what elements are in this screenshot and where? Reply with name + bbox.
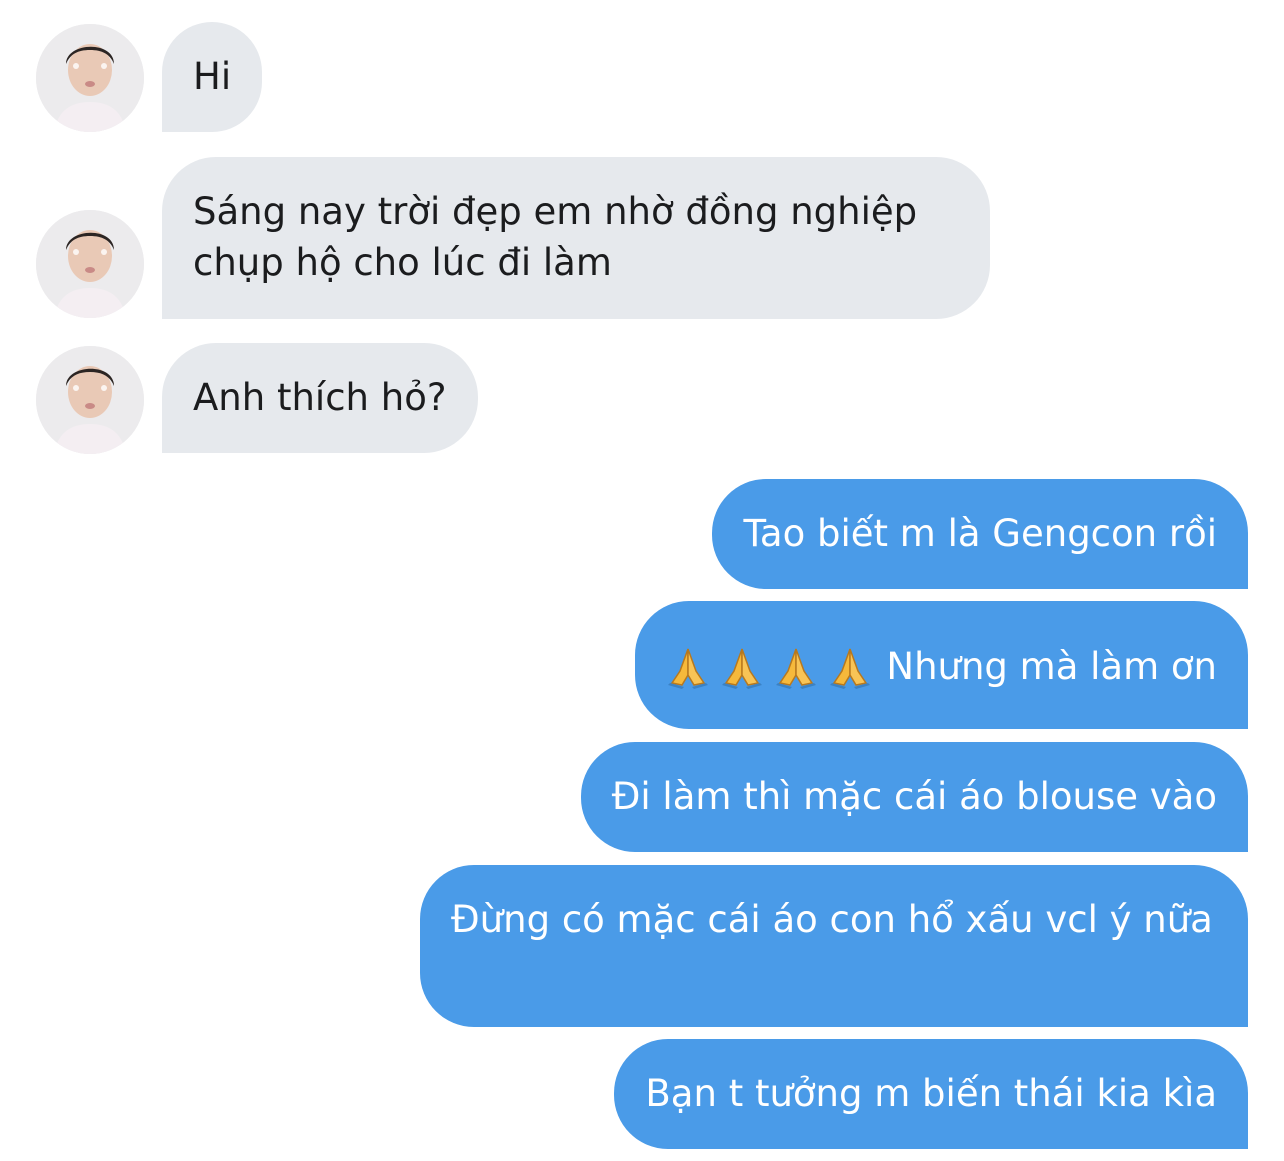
emoji-group	[666, 645, 872, 689]
message-text: Đi làm thì mặc cái áo blouse vào	[611, 775, 1217, 818]
folded-hands-emoji	[722, 648, 763, 689]
received-message-bubble[interactable]: Anh thích hỏ?	[162, 343, 478, 453]
message-text: Bạn t tưởng m biến thái kia kìa	[645, 1072, 1217, 1115]
message-text: Hi	[193, 55, 232, 98]
message-text: Nhưng mà làm ơn	[886, 645, 1217, 688]
contact-avatar[interactable]	[36, 24, 144, 132]
sent-message-bubble[interactable]: Nhưng mà làm ơn	[635, 601, 1248, 729]
contact-avatar[interactable]	[36, 210, 144, 318]
message-text: Anh thích hỏ?	[193, 376, 447, 419]
received-message-bubble[interactable]: Hi	[162, 22, 263, 132]
profile-photo-icon	[36, 346, 144, 454]
folded-hands-emoji	[830, 648, 871, 689]
folded-hands-emoji	[776, 648, 817, 689]
sent-message-bubble[interactable]: Đừng có mặc cái áo con hổ xấu vcl ý nữa	[420, 865, 1248, 1027]
sent-message-bubble[interactable]: Bạn t tưởng m biến thái kia kìa	[614, 1039, 1248, 1149]
received-message-bubble[interactable]: Sáng nay trời đẹp em nhờ đồng nghiệp chụ…	[162, 157, 990, 319]
profile-photo-icon	[36, 210, 144, 318]
sent-message-bubble[interactable]: Đi làm thì mặc cái áo blouse vào	[580, 742, 1248, 852]
sent-message-bubble[interactable]: Tao biết m là Gengcon rồi	[712, 479, 1248, 589]
profile-photo-icon	[36, 24, 144, 132]
message-text: Đừng có mặc cái áo con hổ xấu vcl ý nữa	[451, 898, 1213, 941]
message-text: Sáng nay trời đẹp em nhờ đồng nghiệp chụ…	[193, 190, 918, 284]
message-text: Tao biết m là Gengcon rồi	[743, 512, 1217, 555]
contact-avatar[interactable]	[36, 346, 144, 454]
folded-hands-emoji	[668, 648, 709, 689]
